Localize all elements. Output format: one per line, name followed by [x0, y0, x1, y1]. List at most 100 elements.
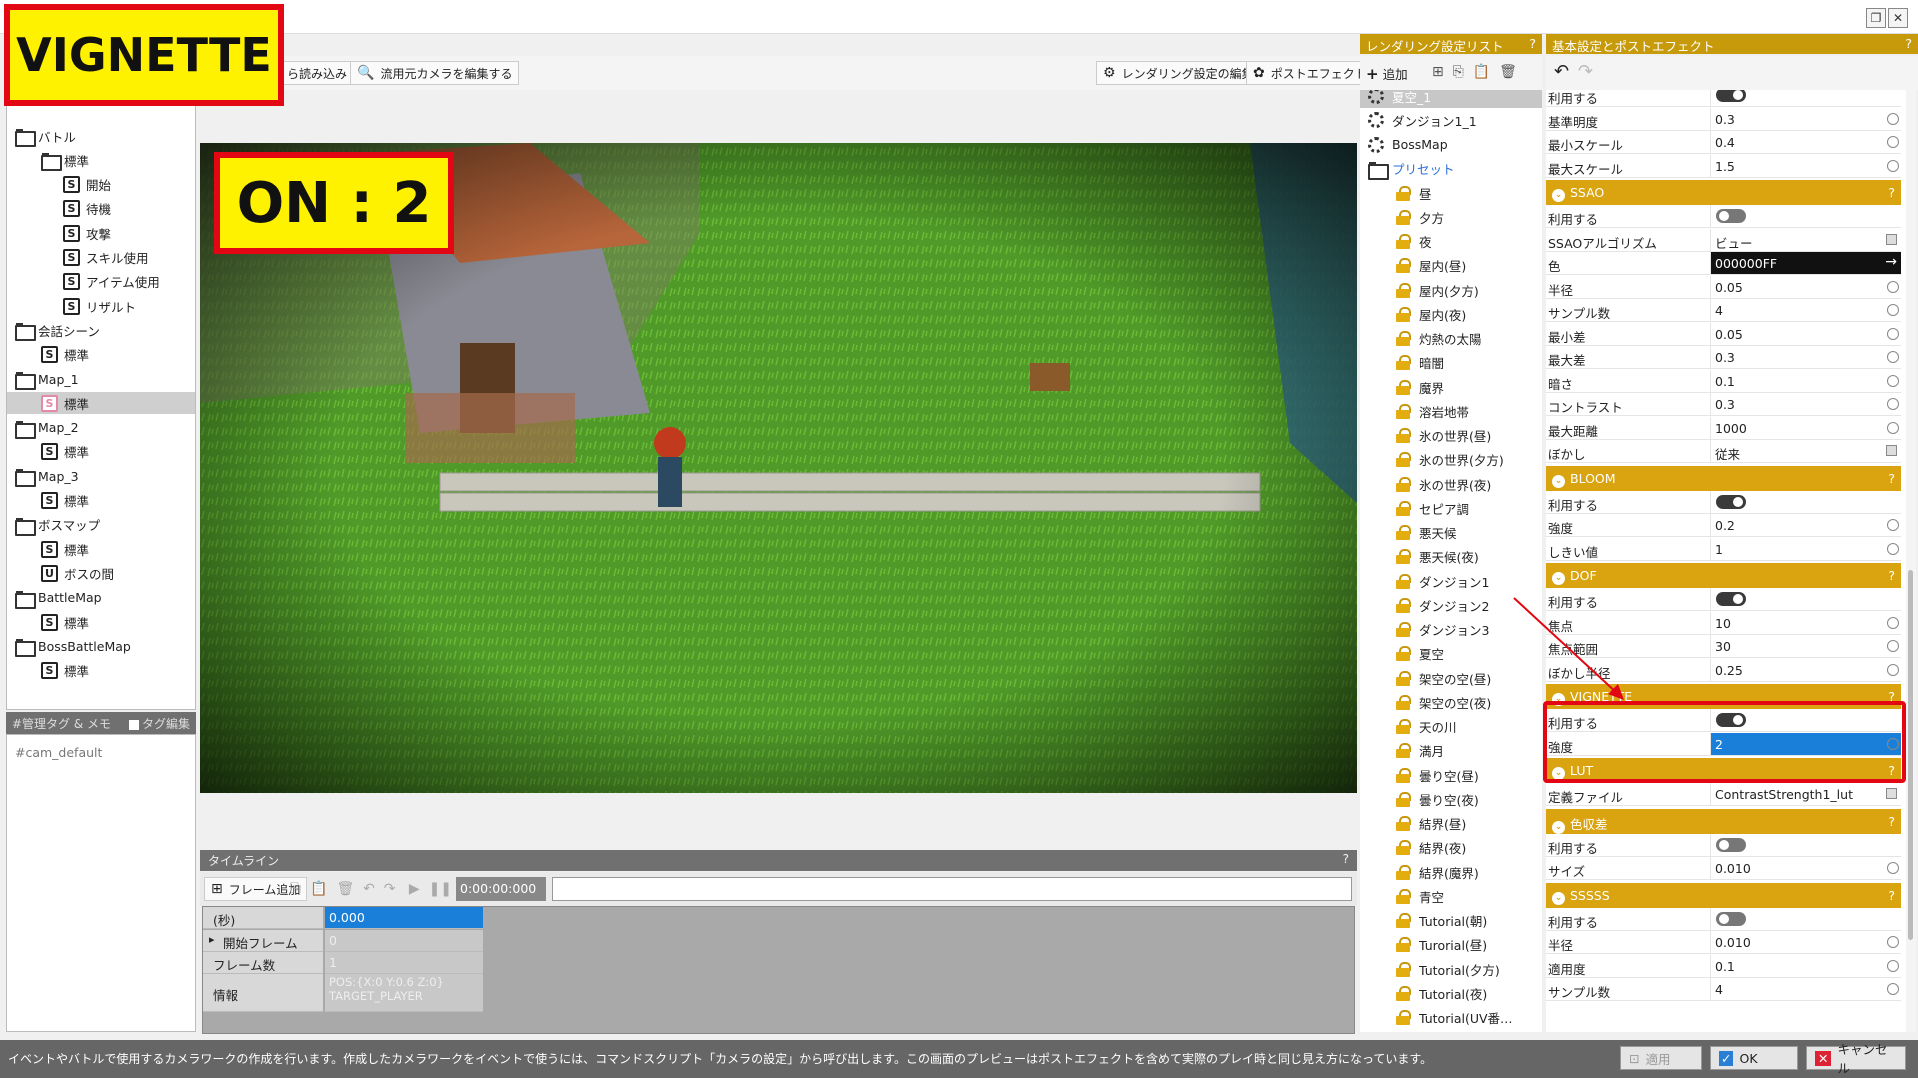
render-list-item[interactable]: 夜: [1360, 230, 1542, 254]
render-list-item[interactable]: Tutorial(夕方): [1360, 957, 1542, 981]
chevron-down-icon[interactable]: ⌄: [1552, 474, 1565, 488]
property-value[interactable]: [1710, 490, 1901, 513]
property-value[interactable]: 10: [1710, 611, 1901, 634]
property-value[interactable]: [1710, 90, 1901, 106]
spinner-icon[interactable]: [1887, 640, 1899, 652]
render-list-item[interactable]: セピア調: [1360, 496, 1542, 520]
toggle-switch[interactable]: [1716, 837, 1746, 852]
property-value[interactable]: [1710, 205, 1901, 227]
toggle-switch[interactable]: [1716, 209, 1746, 223]
property-value[interactable]: 0.3: [1710, 107, 1901, 130]
tree-item[interactable]: S 標準: [41, 441, 89, 463]
property-value[interactable]: 0.05: [1710, 275, 1901, 298]
render-list-item[interactable]: 灼熱の太陽: [1360, 327, 1542, 351]
tree-item[interactable]: S アイテム使用: [63, 271, 160, 293]
render-list-item[interactable]: 結界(魔界): [1360, 860, 1542, 884]
render-list-item[interactable]: 昼: [1360, 181, 1542, 205]
timeline-row-value[interactable]: POS:{X:0 Y:0.6 Z:0} TARGET_PLAYER: [325, 974, 483, 1012]
tree-item[interactable]: ボスマップ: [15, 514, 100, 536]
property-value[interactable]: 1.5: [1710, 154, 1901, 177]
timeline-help-button[interactable]: ?: [1343, 852, 1349, 866]
spinner-icon[interactable]: [1887, 421, 1899, 434]
render-list-item[interactable]: 青空: [1360, 884, 1542, 908]
chevron-down-icon[interactable]: ⌄: [1552, 572, 1565, 585]
timeline-row-value[interactable]: 0.000: [325, 907, 483, 929]
property-value[interactable]: [1710, 907, 1901, 930]
render-list-item[interactable]: 曇り空(夜): [1360, 787, 1542, 811]
restore-icon[interactable]: ❐: [1866, 8, 1886, 28]
memo-textarea[interactable]: #cam_default: [6, 734, 196, 1032]
render-list-item[interactable]: 魔界: [1360, 375, 1542, 399]
tree-item[interactable]: Map_2: [15, 417, 79, 439]
property-value[interactable]: 1000: [1710, 416, 1901, 439]
copy-icon[interactable]: ⎘: [1453, 64, 1464, 80]
render-list-item[interactable]: 夏空_1: [1360, 90, 1542, 108]
tree-item[interactable]: Map_1: [15, 368, 79, 390]
pause-icon[interactable]: ❚❚: [429, 881, 452, 897]
property-value[interactable]: 4: [1710, 299, 1901, 321]
chevron-down-icon[interactable]: ⌄: [1552, 820, 1565, 834]
new-icon[interactable]: ⊞: [1432, 64, 1444, 80]
properties-help[interactable]: ?: [1905, 36, 1912, 51]
render-list-item[interactable]: 悪天候: [1360, 521, 1542, 545]
section-header[interactable]: ⌄ BLOOM?: [1546, 463, 1901, 491]
toggle-switch[interactable]: [1716, 911, 1746, 926]
tree-item[interactable]: S 標準: [41, 611, 89, 633]
chevron-down-icon[interactable]: ⌄: [1552, 189, 1565, 202]
redo-icon[interactable]: ↷: [1578, 61, 1593, 82]
redo-icon[interactable]: ↷: [384, 881, 396, 897]
render-list-item[interactable]: Turorial(昼): [1360, 933, 1542, 957]
render-list-item[interactable]: 溶岩地帯: [1360, 399, 1542, 423]
section-help[interactable]: ?: [1888, 814, 1895, 829]
property-value[interactable]: ビュー: [1710, 228, 1901, 251]
section-help[interactable]: ?: [1888, 185, 1895, 200]
section-help[interactable]: ?: [1888, 888, 1895, 903]
spinner-icon[interactable]: [1887, 327, 1899, 340]
property-value[interactable]: 0.4: [1710, 131, 1901, 153]
property-value[interactable]: ContrastStrength1_lut: [1710, 783, 1901, 805]
tree-item[interactable]: S 開始: [63, 174, 111, 196]
spinner-icon[interactable]: [1887, 159, 1899, 172]
spinner-icon[interactable]: [1887, 983, 1899, 995]
property-value[interactable]: 0.1: [1710, 369, 1901, 392]
tree-item[interactable]: BattleMap: [15, 587, 102, 609]
section-header[interactable]: ⌄ SSSSS?: [1546, 880, 1901, 908]
dropdown-icon[interactable]: [1886, 233, 1897, 245]
spinner-icon[interactable]: [1887, 398, 1899, 410]
tree-item[interactable]: S 待機: [63, 198, 111, 220]
render-list-item[interactable]: 天の川: [1360, 715, 1542, 739]
property-value[interactable]: 従来: [1710, 440, 1901, 462]
expand-icon[interactable]: ▸: [209, 933, 215, 946]
timeline-row[interactable]: フレーム数 1: [203, 952, 1354, 974]
render-list-item[interactable]: 屋内(昼): [1360, 254, 1542, 278]
timeline-row-value[interactable]: 1: [325, 952, 483, 974]
render-list-item[interactable]: Tutorial(UV番…: [1360, 1006, 1542, 1030]
tree-item[interactable]: S 標準: [41, 660, 89, 682]
section-header[interactable]: ⌄ 色収差?: [1546, 806, 1901, 834]
property-value[interactable]: 0.3: [1710, 346, 1901, 368]
tree-item[interactable]: U ボスの間: [41, 562, 114, 584]
tree-item[interactable]: S リザルト: [63, 295, 136, 317]
spinner-icon[interactable]: [1887, 112, 1899, 125]
render-list-item[interactable]: BossMap: [1360, 133, 1542, 157]
dropdown-icon[interactable]: [1886, 788, 1897, 799]
arrow-right-icon[interactable]: →: [1885, 254, 1897, 270]
tree-item[interactable]: S 標準: [41, 344, 89, 366]
spinner-icon[interactable]: [1887, 616, 1899, 629]
render-list-item[interactable]: Tutorial(夜): [1360, 981, 1542, 1005]
undo-icon[interactable]: ↶: [363, 881, 375, 897]
checkbox-icon[interactable]: [128, 719, 139, 730]
spinner-icon[interactable]: [1887, 304, 1899, 316]
timeline-row[interactable]: (秒) 0.000: [203, 907, 1354, 929]
render-list-item[interactable]: プリセット: [1360, 157, 1542, 181]
toggle-switch[interactable]: [1716, 592, 1746, 606]
play-icon[interactable]: ▶: [409, 881, 420, 897]
paste-icon[interactable]: 📋: [310, 881, 327, 897]
spinner-icon[interactable]: [1887, 663, 1899, 676]
property-value[interactable]: 0.010: [1710, 857, 1901, 879]
paste-icon[interactable]: 📋: [1473, 64, 1490, 80]
property-value[interactable]: 1: [1710, 537, 1901, 560]
spinner-icon[interactable]: [1887, 136, 1899, 148]
render-list-item[interactable]: 結界(夜): [1360, 836, 1542, 860]
tree-item[interactable]: バトル: [15, 125, 76, 147]
